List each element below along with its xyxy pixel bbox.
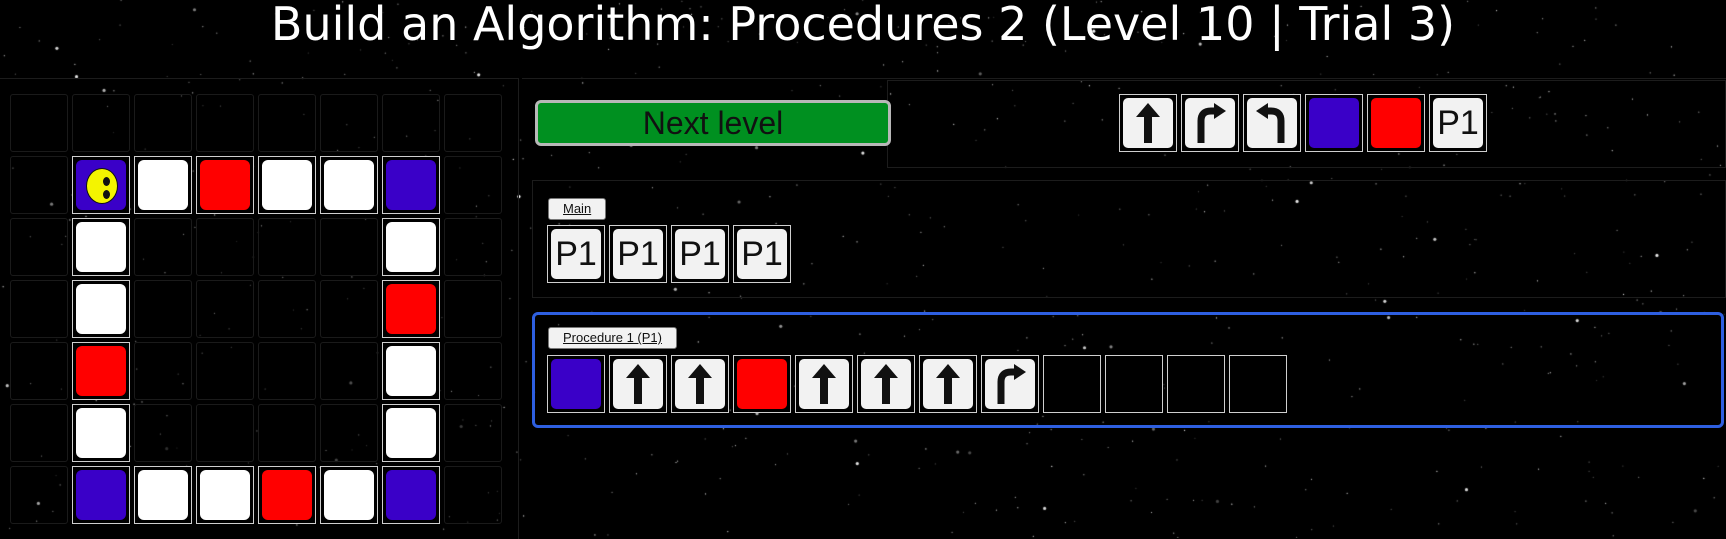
board-empty-cell: [444, 280, 502, 338]
board-empty-cell: [444, 94, 502, 152]
board-white-tile: [320, 466, 378, 524]
board-empty-cell: [320, 280, 378, 338]
board-purple-tile: [382, 156, 440, 214]
board-empty-cell: [382, 94, 440, 152]
board-empty-cell: [134, 218, 192, 276]
board-empty-cell: [10, 466, 68, 524]
robot-icon: [86, 168, 118, 204]
board-empty-cell: [444, 156, 502, 214]
p1-slot-empty-slot[interactable]: [1167, 355, 1225, 413]
game-board: [0, 78, 519, 539]
palette-call-p1[interactable]: P1: [1429, 94, 1487, 152]
board-empty-cell: [196, 342, 254, 400]
forward-arrow-icon: [688, 364, 712, 404]
board-purple-tile: [72, 466, 130, 524]
board-purple-tile: [382, 466, 440, 524]
tab-procedure1[interactable]: Procedure 1 (P1): [548, 327, 677, 349]
board-empty-cell: [10, 218, 68, 276]
board-empty-cell: [444, 404, 502, 462]
turn-right-arrow-icon: [1197, 103, 1226, 143]
board-empty-cell: [444, 466, 502, 524]
p1-slot-forward-arrow[interactable]: [919, 355, 977, 413]
board-empty-cell: [196, 218, 254, 276]
board-red-tile: [382, 280, 440, 338]
p1-slot-forward-arrow[interactable]: [795, 355, 853, 413]
main-slot-call-p1[interactable]: P1: [671, 225, 729, 283]
board-empty-cell: [196, 404, 254, 462]
forward-arrow-icon: [626, 364, 650, 404]
board-empty-cell: [10, 280, 68, 338]
board-empty-cell: [320, 404, 378, 462]
board-empty-cell: [134, 404, 192, 462]
board-red-tile: [196, 156, 254, 214]
board-white-tile: [196, 466, 254, 524]
turn-left-arrow-icon: [1256, 103, 1285, 143]
board-empty-cell: [258, 218, 316, 276]
board-empty-cell: [258, 280, 316, 338]
turn-right-arrow-icon: [997, 364, 1026, 404]
p1-slot-empty-slot[interactable]: [1105, 355, 1163, 413]
main-slot-call-p1[interactable]: P1: [609, 225, 667, 283]
forward-arrow-icon: [936, 364, 960, 404]
board-empty-cell: [134, 280, 192, 338]
toolbar-divider: [522, 78, 1726, 79]
board-empty-cell: [320, 94, 378, 152]
board-white-tile: [134, 466, 192, 524]
board-purple-tile: [72, 156, 130, 214]
board-red-tile: [72, 342, 130, 400]
next-level-button[interactable]: Next level: [535, 100, 891, 146]
board-white-tile: [72, 404, 130, 462]
board-empty-cell: [258, 94, 316, 152]
board-empty-cell: [320, 218, 378, 276]
board-empty-cell: [10, 404, 68, 462]
board-white-tile: [258, 156, 316, 214]
p1-slot-empty-slot[interactable]: [1229, 355, 1287, 413]
palette-turn-right-arrow[interactable]: [1181, 94, 1239, 152]
forward-arrow-icon: [812, 364, 836, 404]
board-white-tile: [134, 156, 192, 214]
p1-slot-forward-arrow[interactable]: [671, 355, 729, 413]
board-empty-cell: [10, 342, 68, 400]
board-red-tile: [258, 466, 316, 524]
board-white-tile: [320, 156, 378, 214]
board-white-tile: [382, 404, 440, 462]
board-empty-cell: [196, 94, 254, 152]
board-empty-cell: [10, 156, 68, 214]
board-empty-cell: [258, 342, 316, 400]
board-empty-cell: [134, 94, 192, 152]
board-white-tile: [382, 218, 440, 276]
board-empty-cell: [444, 218, 502, 276]
board-empty-cell: [10, 94, 68, 152]
palette-paint-purple[interactable]: [1305, 94, 1363, 152]
p1-slot-forward-arrow[interactable]: [609, 355, 667, 413]
p1-slot-empty-slot[interactable]: [1043, 355, 1101, 413]
main-slot-call-p1[interactable]: P1: [733, 225, 791, 283]
board-empty-cell: [134, 342, 192, 400]
palette-forward-arrow[interactable]: [1119, 94, 1177, 152]
board-empty-cell: [320, 342, 378, 400]
board-white-tile: [72, 280, 130, 338]
board-empty-cell: [258, 404, 316, 462]
tab-main[interactable]: Main: [548, 198, 607, 220]
p1-slot-paint-purple[interactable]: [547, 355, 605, 413]
p1-slot-forward-arrow[interactable]: [857, 355, 915, 413]
main-slot-call-p1[interactable]: P1: [547, 225, 605, 283]
palette-turn-left-arrow[interactable]: [1243, 94, 1301, 152]
board-empty-cell: [72, 94, 130, 152]
forward-arrow-icon: [1136, 103, 1160, 143]
board-empty-cell: [196, 280, 254, 338]
board-empty-cell: [444, 342, 502, 400]
forward-arrow-icon: [874, 364, 898, 404]
p1-slot-paint-red[interactable]: [733, 355, 791, 413]
p1-slot-turn-right-arrow[interactable]: [981, 355, 1039, 413]
page-title: Build an Algorithm: Procedures 2 (Level …: [270, 0, 1456, 51]
board-white-tile: [382, 342, 440, 400]
board-white-tile: [72, 218, 130, 276]
palette-paint-red[interactable]: [1367, 94, 1425, 152]
